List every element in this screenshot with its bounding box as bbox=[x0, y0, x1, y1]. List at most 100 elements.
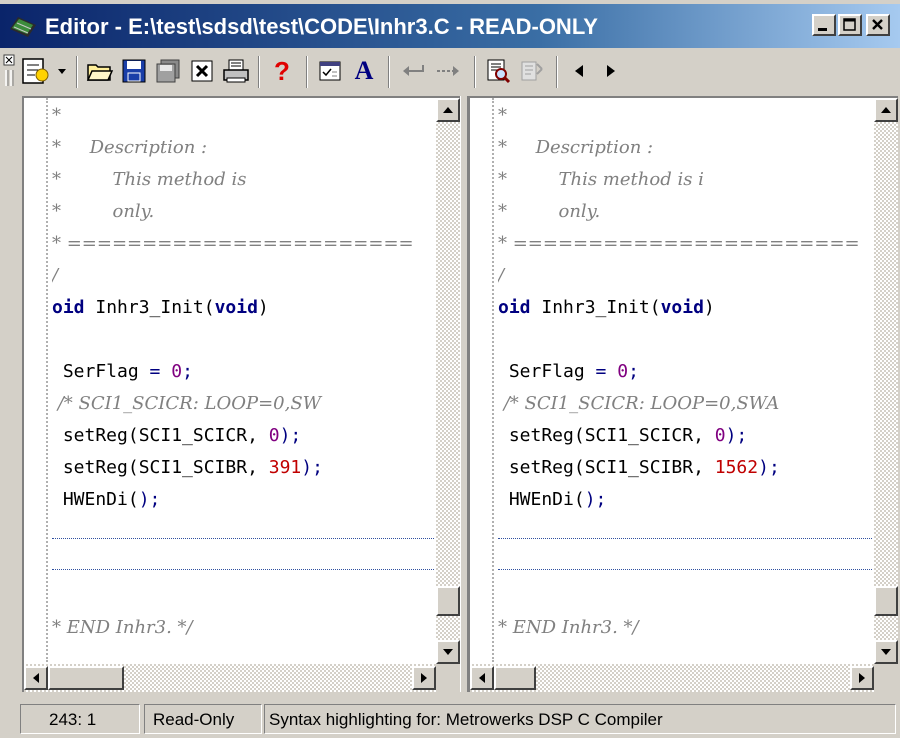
undo-button[interactable] bbox=[396, 56, 430, 86]
app-icon bbox=[10, 17, 36, 37]
code-line: HWEnDi(); bbox=[52, 484, 161, 516]
right-arrow-icon bbox=[859, 673, 865, 683]
code-line: setReg(SCI1_SCICR, 0); bbox=[52, 420, 301, 452]
right-vertical-scrollbar[interactable] bbox=[874, 98, 898, 664]
scroll-up-button[interactable] bbox=[874, 98, 898, 122]
templates-button[interactable] bbox=[20, 56, 52, 86]
dropdown-arrow-icon bbox=[58, 69, 66, 74]
open-button[interactable] bbox=[84, 56, 116, 86]
pane-splitter[interactable] bbox=[460, 96, 468, 692]
down-arrow-icon bbox=[443, 649, 453, 655]
left-code-area[interactable]: * * Description : * This method is * onl… bbox=[52, 98, 434, 662]
properties-button[interactable] bbox=[314, 56, 346, 86]
minimize-button[interactable] bbox=[812, 14, 836, 36]
code-token: void bbox=[660, 297, 704, 318]
right-gutter bbox=[492, 98, 494, 662]
code-line: * bbox=[52, 105, 61, 126]
code-token: ; bbox=[628, 361, 639, 382]
maximize-icon bbox=[843, 18, 856, 31]
scroll-thumb[interactable] bbox=[494, 666, 536, 690]
code-token: ; bbox=[182, 361, 193, 382]
code-token: ); bbox=[725, 425, 748, 446]
code-token: setReg(SCI1_SCICR, bbox=[498, 425, 715, 446]
up-arrow-icon bbox=[443, 107, 453, 113]
code-line: / bbox=[52, 265, 59, 286]
syntax-mode: Syntax highlighting for: Metrowerks DSP … bbox=[264, 704, 896, 734]
right-code-area[interactable]: * * Description : * This method is i * o… bbox=[498, 98, 872, 662]
close-file-button[interactable] bbox=[186, 56, 218, 86]
maximize-button[interactable] bbox=[838, 14, 862, 36]
close-button[interactable] bbox=[866, 14, 890, 36]
print-icon bbox=[223, 59, 249, 83]
templates-dropdown[interactable] bbox=[54, 56, 70, 86]
right-arrow-icon bbox=[421, 673, 427, 683]
scroll-thumb[interactable] bbox=[874, 586, 898, 616]
scroll-down-button[interactable] bbox=[874, 640, 898, 664]
scroll-corner bbox=[436, 664, 460, 692]
code-token: ); bbox=[138, 489, 161, 510]
properties-icon bbox=[319, 61, 341, 81]
font-button[interactable]: A bbox=[348, 56, 380, 86]
scroll-thumb[interactable] bbox=[48, 666, 124, 690]
code-token: = bbox=[149, 361, 161, 382]
right-editor-pane[interactable]: * * Description : * This method is i * o… bbox=[468, 96, 898, 692]
code-line: * This method is i bbox=[498, 169, 704, 190]
open-folder-icon bbox=[86, 64, 114, 81]
code-line: * This method is bbox=[52, 169, 247, 190]
right-horizontal-scrollbar[interactable] bbox=[470, 664, 874, 692]
scroll-down-button[interactable] bbox=[436, 640, 460, 664]
cursor-position: 243: 1 bbox=[20, 704, 140, 734]
toolbar: ? A bbox=[0, 48, 900, 94]
left-horizontal-scrollbar[interactable] bbox=[24, 664, 436, 692]
scroll-left-button[interactable] bbox=[470, 666, 494, 690]
scroll-thumb[interactable] bbox=[436, 586, 460, 616]
code-line: oid Inhr3_Init(void) bbox=[498, 292, 715, 324]
left-vertical-scrollbar[interactable] bbox=[436, 98, 460, 664]
find-icon bbox=[487, 59, 511, 84]
code-token: = bbox=[595, 361, 607, 382]
redo-icon bbox=[437, 66, 459, 76]
print-button[interactable] bbox=[220, 56, 252, 86]
code-line: SerFlag = 0; bbox=[52, 356, 193, 388]
code-line: setReg(SCI1_SCIBR, 391); bbox=[52, 452, 323, 484]
redo-button[interactable] bbox=[432, 56, 466, 86]
replace-button[interactable] bbox=[516, 56, 548, 86]
code-token: 0 bbox=[617, 361, 629, 382]
scroll-up-button[interactable] bbox=[436, 98, 460, 122]
previous-difference-button[interactable] bbox=[564, 56, 594, 86]
undo-icon bbox=[403, 65, 424, 76]
replace-icon bbox=[521, 61, 543, 81]
difference-highlight bbox=[52, 538, 434, 570]
down-arrow-icon bbox=[881, 649, 891, 655]
save-all-button[interactable] bbox=[152, 56, 184, 86]
code-line: * ======================= bbox=[52, 233, 414, 254]
code-line: setReg(SCI1_SCIBR, 1562); bbox=[498, 452, 780, 484]
find-button[interactable] bbox=[482, 56, 514, 86]
save-icon bbox=[122, 59, 146, 83]
code-token: 391 bbox=[268, 457, 302, 478]
code-token: ) bbox=[257, 297, 269, 318]
scroll-right-button[interactable] bbox=[412, 666, 436, 690]
help-button[interactable]: ? bbox=[266, 56, 298, 86]
status-bar: 243: 1 Read-Only Syntax highlighting for… bbox=[0, 700, 900, 738]
code-token: SerFlag bbox=[52, 361, 150, 382]
scroll-right-button[interactable] bbox=[850, 666, 874, 690]
code-token: HWEnDi( bbox=[52, 489, 139, 510]
save-button[interactable] bbox=[118, 56, 150, 86]
code-token: ); bbox=[758, 457, 780, 478]
code-token: 0 bbox=[714, 425, 726, 446]
code-line: oid Inhr3_Init(void) bbox=[52, 292, 269, 324]
font-icon: A bbox=[354, 56, 374, 85]
code-token: Inhr3_Init( bbox=[530, 297, 661, 318]
minimize-icon bbox=[818, 28, 827, 31]
title-bar[interactable]: Editor - E:\test\sdsd\test\CODE\Inhr3.C … bbox=[0, 4, 900, 48]
next-difference-button[interactable] bbox=[596, 56, 626, 86]
left-arrow-icon bbox=[33, 673, 39, 683]
scroll-left-button[interactable] bbox=[24, 666, 48, 690]
code-token: ); bbox=[301, 457, 323, 478]
next-icon bbox=[607, 65, 615, 77]
code-line: /* SCI1_SCICR: LOOP=0,SWA bbox=[498, 393, 780, 414]
left-editor-pane[interactable]: * * Description : * This method is * onl… bbox=[22, 96, 460, 692]
up-arrow-icon bbox=[881, 107, 891, 113]
